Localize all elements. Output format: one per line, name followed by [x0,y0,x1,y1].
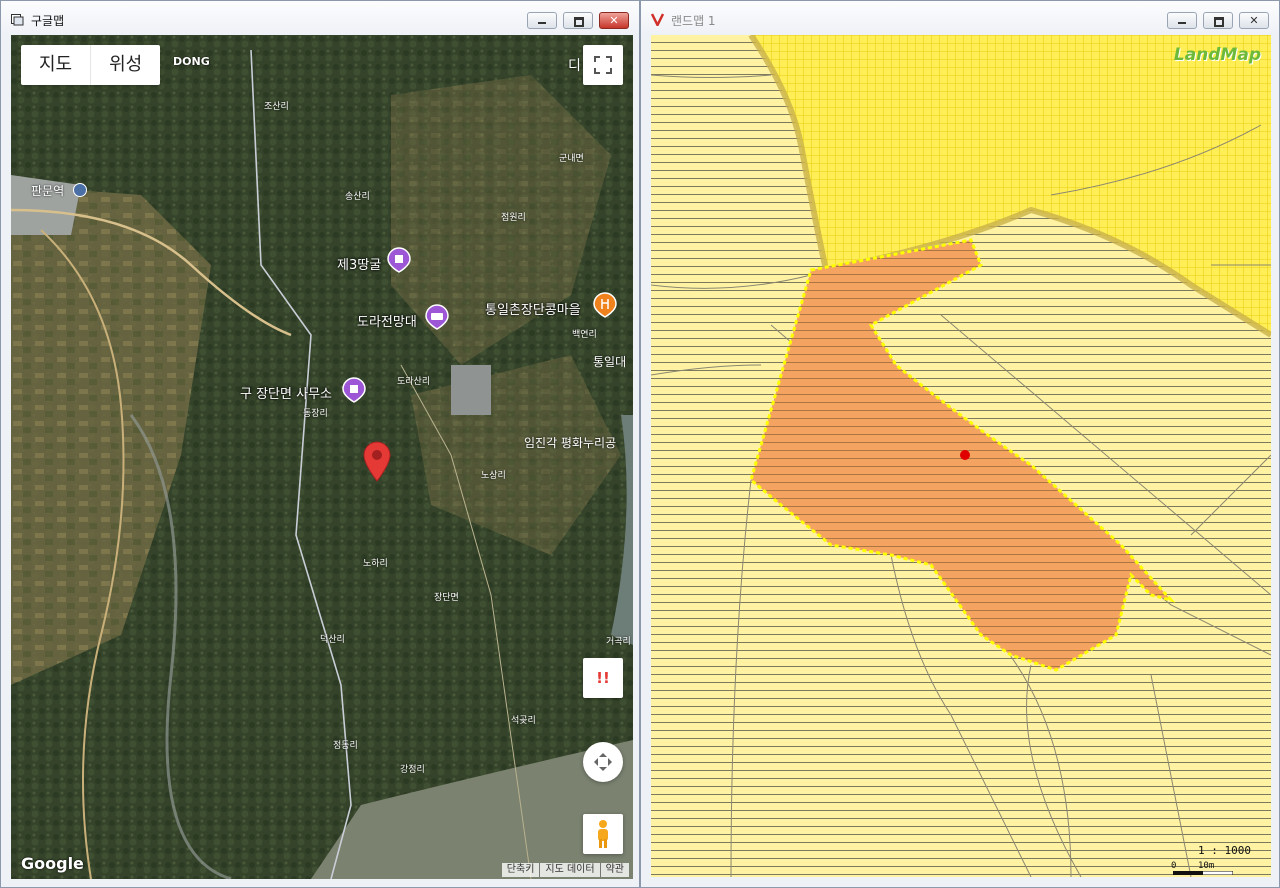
selected-point-icon [960,450,970,460]
scale-bar [1173,871,1233,875]
window-controls [1167,12,1269,29]
camera-pin-icon [425,304,449,330]
google-window-titlebar[interactable]: 구글맵 [1,1,639,35]
satellite-imagery [11,35,633,879]
landmap-window: 랜드맵 1 ✕ LandMap 1: 1000 0 10m [640,0,1280,888]
landmark-pin-icon [342,377,366,403]
close-button[interactable] [1239,12,1269,29]
place-label: 군내면 [559,154,584,164]
move-arrows-icon [594,753,612,771]
place-label: 점원리 [501,213,526,223]
place-label: 석곶리 [511,716,536,726]
report-icon: !! [596,669,610,687]
google-logo: Google [21,854,84,873]
street-view-button[interactable] [583,814,623,854]
minimize-button[interactable] [1167,12,1197,29]
place-label: 정동리 [333,741,358,751]
place-label: 거곡리 [606,637,631,647]
minimize-button[interactable] [527,12,557,29]
terms-link[interactable]: 약관 [599,863,629,877]
cadastral-map[interactable]: LandMap 1 : 1000 0 10m [651,35,1271,877]
google-map-window: 구글맵 ✕ 지도 위성 DONG 디 조산리 판문역 송산리 군내면 점원리 백… [0,0,640,888]
map-type-control: 지도 위성 [21,45,161,85]
place-label: 판문역 [31,184,65,198]
place-label: 동장리 [303,409,328,419]
poi-label: 제3땅굴 [337,258,382,273]
map-footer: 단축키 지도 데이터 약관 [501,863,629,877]
place-label: 통일대 [593,355,627,369]
maximize-button[interactable] [563,12,593,29]
window-controls [527,12,629,29]
corner-place-label: DONG [173,55,210,68]
place-label: 백연리 [572,330,597,340]
maximize-button[interactable] [1203,12,1233,29]
map-type-map[interactable]: 지도 [21,45,90,85]
window-title: 구글맵 [31,14,65,28]
fullscreen-button[interactable] [583,45,623,85]
map-data-link[interactable]: 지도 데이터 [539,863,599,877]
app-icon [11,14,24,26]
restaurant-pin-icon [593,292,617,318]
poi-label: 구 장단면 사무소 [240,387,332,402]
scale-ratio: 1 : 1000 [1198,844,1251,857]
landmap-logo: LandMap [1173,45,1261,65]
landmap-app-icon [651,13,664,26]
shortcuts-link[interactable]: 단축키 [502,863,540,877]
camera-control-button[interactable] [583,742,623,782]
scale-ten-label: 10m [1198,861,1215,871]
place-label: 임진각 평화누리공 [524,436,617,450]
place-label: 도라산리 [397,377,431,387]
place-label: 장단면 [434,593,459,603]
place-label: 강정리 [400,765,425,775]
map-type-satellite[interactable]: 위성 [90,45,160,85]
poi-label: 통일촌장단콩마을 [485,303,581,318]
cadastral-drawing [651,35,1271,877]
place-label: 노상리 [481,471,506,481]
corner-place-label: 디 [568,58,581,74]
pegman-icon [598,820,608,848]
fullscreen-icon [594,56,612,74]
place-label: 덕산리 [320,635,345,645]
close-button[interactable] [599,12,629,29]
place-label: 송산리 [345,192,370,202]
landmap-window-titlebar[interactable]: 랜드맵 1 [641,1,1279,35]
place-label: 조산리 [264,102,289,112]
scale-zero-label: 0 [1171,861,1177,871]
satellite-map[interactable]: 지도 위성 DONG 디 조산리 판문역 송산리 군내면 점원리 백연리 통일대… [11,35,633,879]
report-button[interactable]: !! [583,658,623,698]
train-station-icon [73,183,87,197]
landmark-pin-icon [387,247,411,273]
location-marker-icon[interactable] [363,441,391,483]
place-label: 노하리 [363,559,388,569]
poi-label: 도라전망대 [357,315,417,330]
window-title: 랜드맵 1 [671,14,716,28]
